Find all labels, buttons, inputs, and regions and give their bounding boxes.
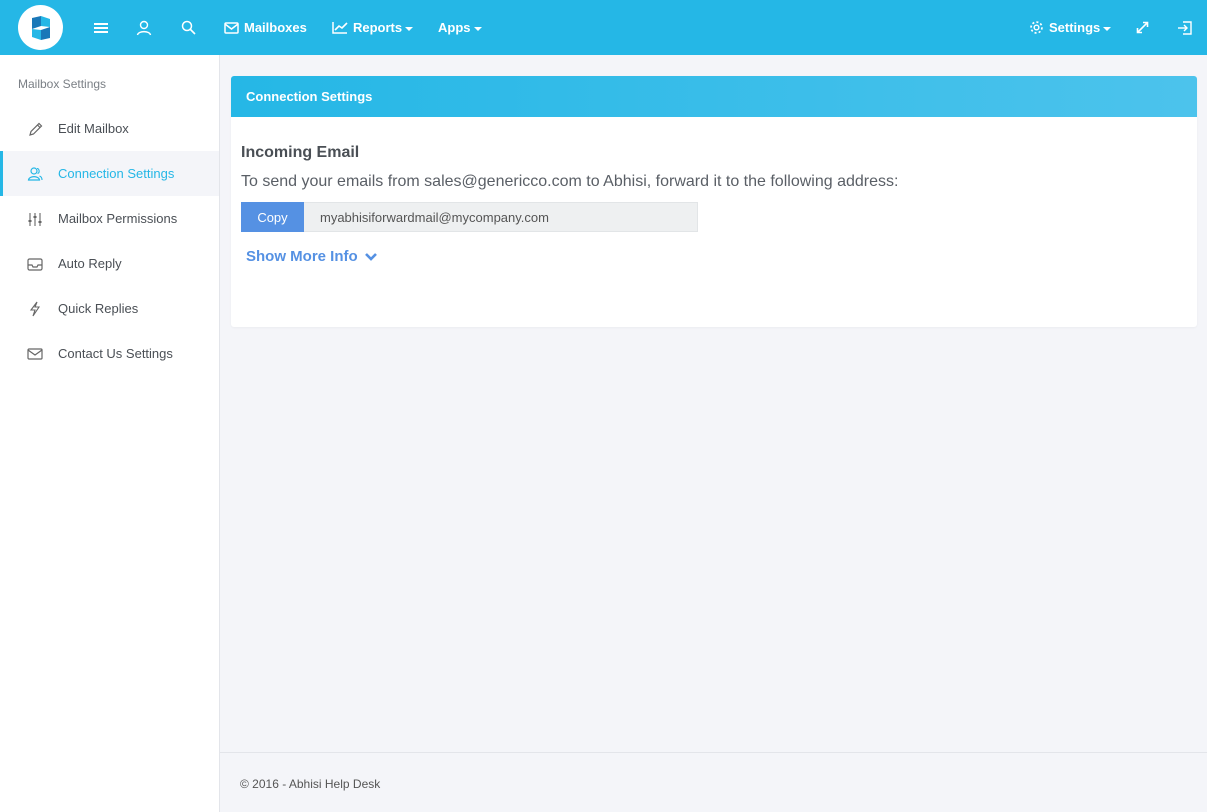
sidebar-item-label: Connection Settings <box>58 166 175 181</box>
gear-icon <box>1030 21 1043 34</box>
app-logo[interactable] <box>18 5 63 50</box>
sidebar-item-contact-us-settings[interactable]: Contact Us Settings <box>0 331 219 376</box>
sidebar-item-label: Auto Reply <box>58 256 122 271</box>
menu-icon[interactable] <box>91 0 111 55</box>
sidebar-item-mailbox-permissions[interactable]: Mailbox Permissions <box>0 196 219 241</box>
connection-settings-panel: Connection Settings Incoming Email To se… <box>231 76 1197 327</box>
sidebar-item-label: Mailbox Permissions <box>58 211 178 226</box>
nav-reports[interactable]: Reports <box>332 0 414 55</box>
search-icon[interactable] <box>178 0 198 55</box>
nav-apps-label: Apps <box>438 20 471 35</box>
inbox-icon <box>26 255 44 273</box>
caret-down-icon <box>473 26 482 31</box>
forward-address-field[interactable]: myabhisiforwardmail@mycompany.com <box>304 202 698 232</box>
user-icon[interactable] <box>134 0 154 55</box>
nav-settings[interactable]: Settings <box>1029 0 1112 55</box>
incoming-email-title: Incoming Email <box>241 144 360 161</box>
nav-mailboxes-label: Mailboxes <box>244 20 307 35</box>
users-icon <box>26 165 44 183</box>
nav-mailboxes[interactable]: Mailboxes <box>224 0 307 55</box>
sidebar-item-auto-reply[interactable]: Auto Reply <box>0 241 219 286</box>
panel-header: Connection Settings <box>231 76 1197 117</box>
caret-down-icon <box>1103 26 1112 31</box>
line-chart-icon <box>332 22 348 34</box>
copy-button[interactable]: Copy <box>241 202 304 232</box>
pencil-icon <box>26 120 44 138</box>
chevron-down-icon <box>364 252 377 261</box>
logout-icon[interactable] <box>1176 0 1194 55</box>
footer-text: © 2016 - Abhisi Help Desk <box>240 777 381 791</box>
sidebar-item-quick-replies[interactable]: Quick Replies <box>0 286 219 331</box>
top-navbar: Mailboxes Reports Apps Settings <box>0 0 1207 55</box>
sidebar-title: Mailbox Settings <box>18 77 107 91</box>
sidebar-item-edit-mailbox[interactable]: Edit Mailbox <box>0 106 219 151</box>
incoming-email-description: To send your emails from sales@genericco… <box>241 173 899 190</box>
envelope-icon <box>26 345 44 363</box>
footer-divider <box>220 752 1207 753</box>
bolt-icon <box>26 300 44 318</box>
nav-settings-label: Settings <box>1049 20 1101 35</box>
sidebar: Mailbox Settings Edit Mailbox Connection… <box>0 55 220 812</box>
fullscreen-icon[interactable] <box>1133 0 1151 55</box>
sliders-icon <box>26 210 44 228</box>
show-more-info-label: Show More Info <box>246 248 358 265</box>
forward-address-row: Copy myabhisiforwardmail@mycompany.com <box>241 202 698 232</box>
sidebar-item-label: Quick Replies <box>58 301 139 316</box>
nav-reports-label: Reports <box>353 20 403 35</box>
sidebar-item-label: Contact Us Settings <box>58 346 173 361</box>
logo-icon <box>31 15 50 40</box>
envelope-icon <box>224 21 239 34</box>
caret-down-icon <box>405 26 414 31</box>
sidebar-item-label: Edit Mailbox <box>58 121 129 136</box>
nav-apps[interactable]: Apps <box>438 0 482 55</box>
sidebar-item-connection-settings[interactable]: Connection Settings <box>0 151 219 196</box>
show-more-info-link[interactable]: Show More Info <box>246 248 378 265</box>
